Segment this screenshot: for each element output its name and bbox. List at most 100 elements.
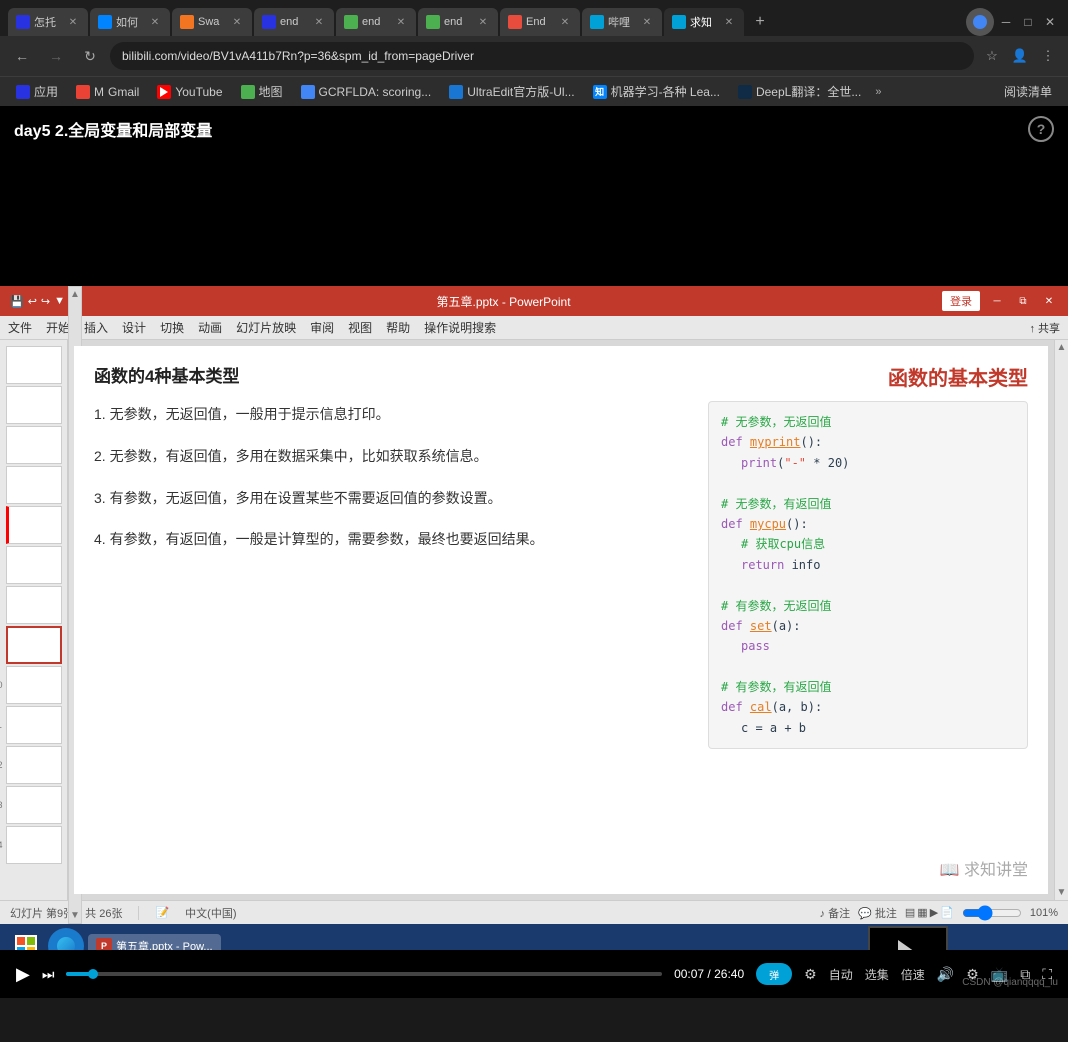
scroll-down-arrow[interactable]: ▼: [70, 910, 80, 923]
tab-9[interactable]: 求知 ✕: [664, 8, 744, 36]
customize-icon[interactable]: ▼: [54, 295, 65, 307]
help-button[interactable]: ?: [1028, 116, 1054, 142]
tab-5[interactable]: end ✕: [336, 8, 416, 36]
tab-close-1[interactable]: ✕: [66, 15, 80, 29]
menu-view[interactable]: 视图: [348, 319, 372, 336]
tab-2[interactable]: 如何 ✕: [90, 8, 170, 36]
tab-7[interactable]: End ✕: [500, 8, 580, 36]
tab-close-9[interactable]: ✕: [722, 15, 736, 29]
slide-thumb-5[interactable]: 5: [6, 466, 62, 504]
new-tab-button[interactable]: +: [746, 8, 774, 36]
slide-thumb-14[interactable]: 14: [6, 826, 62, 864]
tab-3[interactable]: Swa ✕: [172, 8, 252, 36]
slide-thumb-7[interactable]: 7: [6, 546, 62, 584]
tab-close-7[interactable]: ✕: [558, 15, 572, 29]
slide-thumb-12[interactable]: 12: [6, 746, 62, 784]
progress-bar[interactable]: [66, 972, 662, 976]
ppt-minimize-button[interactable]: ─: [988, 292, 1006, 310]
redo-icon[interactable]: ↪: [41, 295, 50, 308]
slide-thumb-8[interactable]: 8: [6, 586, 62, 624]
bookmark-apps[interactable]: 应用: [8, 81, 66, 102]
menu-design[interactable]: 设计: [122, 319, 146, 336]
fullscreen-icon[interactable]: ⛶: [1042, 966, 1052, 983]
back-button[interactable]: ←: [8, 42, 36, 70]
menu-animations[interactable]: 动画: [198, 319, 222, 336]
slide-thumb-11[interactable]: 11: [6, 706, 62, 744]
bookmark-ultraedit[interactable]: UltraEdit官方版-Ul...: [441, 81, 582, 102]
normal-view-button[interactable]: ▤: [905, 906, 915, 919]
ppt-right-scrollbar[interactable]: ▲ ▼: [1054, 340, 1068, 900]
ppt-scroll-up[interactable]: ▲: [1057, 340, 1067, 353]
menu-icon[interactable]: ⋮: [1036, 44, 1060, 68]
zoom-slider[interactable]: [962, 905, 1022, 921]
bookmark-youtube[interactable]: YouTube: [149, 83, 230, 101]
tab-4[interactable]: end ✕: [254, 8, 334, 36]
more-bookmarks-button[interactable]: »: [875, 86, 881, 98]
comments-button[interactable]: 💬 批注: [858, 905, 897, 921]
select-label[interactable]: 选集: [865, 966, 889, 983]
reading-view-button[interactable]: 📄: [940, 906, 954, 919]
danmaku-button[interactable]: 弹: [756, 963, 792, 985]
menu-home[interactable]: 开始: [46, 319, 70, 336]
ppt-restore-button[interactable]: ⧉: [1014, 292, 1032, 310]
menu-review[interactable]: 审阅: [310, 319, 334, 336]
tab-close-8[interactable]: ✕: [640, 15, 654, 29]
tab-6[interactable]: end ✕: [418, 8, 498, 36]
outline-view-button[interactable]: ▦: [917, 906, 927, 919]
scroll-up-arrow[interactable]: ▲: [70, 287, 80, 300]
cast-icon[interactable]: 📺: [991, 966, 1008, 983]
slide-thumb-9[interactable]: 9: [6, 626, 62, 664]
menu-search[interactable]: 操作说明搜索: [424, 319, 496, 336]
ppt-scroll-down[interactable]: ▼: [1057, 887, 1067, 900]
slideshow-view-button[interactable]: ▶: [930, 906, 938, 919]
danmaku-settings-icon[interactable]: ⚙: [804, 966, 817, 983]
slide-thumb-6[interactable]: 6: [6, 506, 62, 544]
slide-comment-icon[interactable]: 📝: [155, 906, 169, 919]
chrome-icon[interactable]: [966, 8, 994, 36]
speed-label[interactable]: 倍速: [901, 966, 925, 983]
tab-close-6[interactable]: ✕: [476, 15, 490, 29]
bookmark-zhihu[interactable]: 知 机器学习-各种 Lea...: [585, 81, 728, 102]
ppt-login-button[interactable]: 登录: [942, 291, 980, 311]
progress-handle[interactable]: [88, 969, 98, 979]
menu-slideshow[interactable]: 幻灯片放映: [236, 319, 296, 336]
menu-insert[interactable]: 插入: [84, 319, 108, 336]
tab-close-2[interactable]: ✕: [148, 15, 162, 29]
bookmark-gcrflda[interactable]: GCRFLDA: scoring...: [293, 83, 440, 101]
bookmark-deepl[interactable]: DeepL翻译：全世...: [730, 81, 869, 102]
close-button[interactable]: ✕: [1040, 12, 1060, 32]
bookmark-maps[interactable]: 地图: [233, 81, 291, 102]
profile-icon[interactable]: 👤: [1008, 44, 1032, 68]
settings-icon[interactable]: ⚙: [966, 966, 979, 983]
bookmark-gmail[interactable]: M Gmail: [68, 83, 147, 101]
slide-thumb-2[interactable]: 2: [6, 346, 62, 384]
next-button[interactable]: ⏭: [42, 966, 55, 983]
bookmark-reader[interactable]: 阅读清单: [996, 81, 1060, 102]
menu-help[interactable]: 帮助: [386, 319, 410, 336]
slide-thumb-3[interactable]: 3: [6, 386, 62, 424]
auto-label[interactable]: 自动: [829, 966, 853, 983]
menu-file[interactable]: 文件: [8, 319, 32, 336]
menu-transitions[interactable]: 切换: [160, 319, 184, 336]
notes-button[interactable]: ♪ 备注: [820, 905, 851, 921]
tab-close-4[interactable]: ✕: [312, 15, 326, 29]
slide-thumb-4[interactable]: 4: [6, 426, 62, 464]
forward-button[interactable]: →: [42, 42, 70, 70]
reload-button[interactable]: ↻: [76, 42, 104, 70]
volume-icon[interactable]: 🔊: [937, 966, 954, 983]
slide-thumb-13[interactable]: 13: [6, 786, 62, 824]
minimize-button[interactable]: ─: [996, 12, 1016, 32]
tab-close-5[interactable]: ✕: [394, 15, 408, 29]
undo-icon[interactable]: ↩: [28, 295, 37, 308]
tab-8[interactable]: 哔哩 ✕: [582, 8, 662, 36]
share-button[interactable]: ↑ 共享: [1029, 320, 1060, 336]
address-input[interactable]: [110, 42, 974, 70]
maximize-button[interactable]: □: [1018, 12, 1038, 32]
pip-icon[interactable]: ⧉: [1020, 966, 1030, 983]
tab-1[interactable]: 怎托 ✕: [8, 8, 88, 36]
slide-thumb-10[interactable]: 10: [6, 666, 62, 704]
tab-close-3[interactable]: ✕: [230, 15, 244, 29]
save-icon[interactable]: 💾: [10, 295, 24, 308]
play-pause-button[interactable]: ▶: [16, 964, 30, 985]
ppt-close-button[interactable]: ✕: [1040, 292, 1058, 310]
